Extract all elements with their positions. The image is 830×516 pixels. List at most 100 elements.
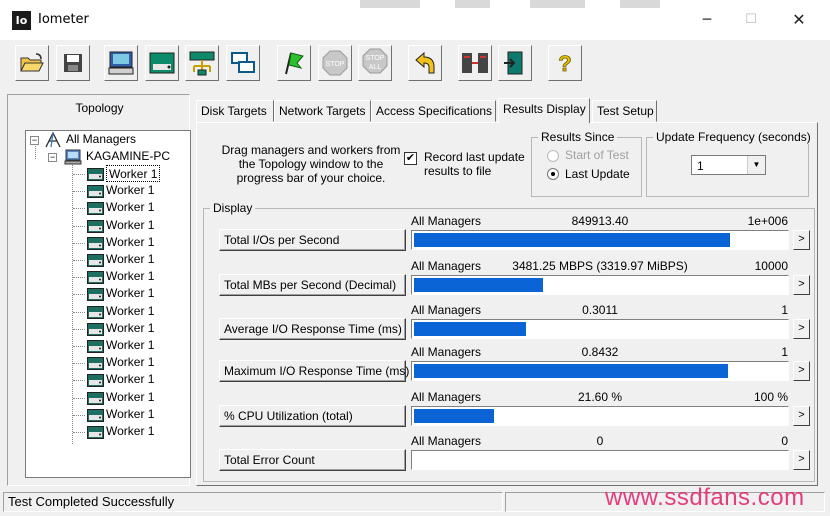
tree-worker-item[interactable]: Worker 1 — [106, 199, 154, 216]
minimize-button[interactable]: ─ — [694, 8, 720, 32]
results-since-group: Results Since Start of Test Last Update — [531, 130, 642, 197]
maximize-button[interactable]: ☐ — [738, 8, 764, 32]
disk-worker-icon — [87, 305, 104, 319]
tab-test-setup[interactable]: Test Setup — [592, 100, 657, 122]
record-label: Record last update results to file — [424, 150, 525, 178]
tree-line — [73, 225, 85, 227]
tree-worker-item[interactable]: Worker 1 — [106, 251, 154, 268]
drag-instructions: Drag managers and workers from the Topol… — [221, 143, 401, 185]
stop-all-button[interactable]: STOP ALL — [358, 45, 392, 81]
app-logo-icon: Io — [12, 11, 31, 30]
green-flag-icon — [285, 52, 304, 75]
save-config-button[interactable] — [56, 45, 90, 81]
metric-progress-bar[interactable] — [411, 319, 789, 339]
disk-worker-icon — [87, 236, 104, 250]
tree-worker-item[interactable]: Worker 1 — [106, 423, 154, 440]
tree-worker-item[interactable]: Worker 1 — [106, 354, 154, 371]
metric-detail-button[interactable]: > — [793, 275, 810, 295]
chevron-down-icon[interactable]: ▼ — [747, 156, 765, 174]
tree-line — [73, 174, 85, 175]
metric-detail-button[interactable]: > — [793, 361, 810, 381]
metric-select-button[interactable]: % CPU Utilization (total) — [219, 405, 406, 427]
tree-worker-item[interactable]: Worker 1 — [106, 371, 154, 388]
metric-detail-button[interactable]: > — [793, 450, 810, 470]
metric-select-button[interactable]: Maximum I/O Response Time (ms) — [219, 360, 409, 382]
tree-worker-item[interactable]: Worker 1 — [106, 234, 154, 251]
stop-sign-icon: STOP — [322, 50, 348, 76]
metric-select-button[interactable]: Average I/O Response Time (ms) — [219, 318, 406, 340]
metric-progress-fill — [414, 409, 494, 423]
metric-progress-bar[interactable] — [411, 361, 789, 381]
tree-root-all-managers[interactable]: All Managers — [66, 131, 136, 148]
metric-select-button[interactable]: Total MBs per Second (Decimal) — [219, 274, 406, 296]
record-checkbox[interactable]: ✔ — [404, 152, 417, 165]
reset-workers-button[interactable] — [408, 45, 442, 81]
radio-start-of-test[interactable] — [547, 150, 559, 162]
metric-select-button[interactable]: Total Error Count — [219, 449, 406, 471]
metric-progress-bar[interactable] — [411, 406, 789, 426]
disk-worker-icon — [87, 408, 104, 422]
tree-line — [73, 277, 85, 279]
tree-worker-item[interactable]: Worker 1 — [106, 285, 154, 302]
disk-worker-icon — [87, 168, 104, 181]
metric-progress-fill — [414, 278, 543, 292]
metric-detail-button[interactable]: > — [793, 319, 810, 339]
tree-worker-item[interactable]: Worker 1 — [106, 406, 154, 423]
metric-detail-button[interactable]: > — [793, 406, 810, 426]
duplicate-worker-button[interactable] — [226, 45, 260, 81]
stop-button[interactable]: STOP — [318, 45, 352, 81]
tree-line — [73, 397, 85, 399]
tree-worker-item[interactable]: Worker 1 — [106, 320, 154, 337]
metric-progress-bar[interactable] — [411, 230, 789, 250]
window-title: Iometer — [38, 12, 89, 27]
metric-progress-fill — [414, 364, 728, 378]
tree-worker-item[interactable]: Worker 1 — [106, 182, 154, 199]
tree-worker-item[interactable]: Worker 1 — [106, 165, 161, 182]
topology-tree[interactable]: − All Managers − KAGAMINE-PC Worker 1 Wor… — [25, 130, 191, 478]
tree-manager-kagamine-pc[interactable]: KAGAMINE-PC — [86, 148, 170, 165]
metric-max: 1e+006 — [747, 214, 788, 228]
open-config-button[interactable] — [15, 45, 49, 81]
collapse-toggle[interactable]: − — [30, 136, 39, 145]
start-new-manager-button[interactable] — [185, 45, 219, 81]
metric-max: 10000 — [754, 259, 788, 273]
tree-line — [73, 414, 85, 416]
undo-arrow-icon — [415, 51, 435, 74]
background-window-strip — [455, 0, 490, 8]
tab-access-specifications[interactable]: Access Specifications — [371, 100, 496, 122]
start-new-disk-worker-button[interactable] — [104, 45, 138, 81]
radio-last-update[interactable] — [547, 168, 559, 180]
tab-network-targets[interactable]: Network Targets — [274, 100, 371, 122]
close-button[interactable]: ✕ — [786, 8, 812, 32]
about-button[interactable]: ? — [548, 45, 582, 81]
start-tests-button[interactable] — [277, 45, 311, 81]
help-question-icon: ? — [558, 51, 572, 76]
tree-line — [73, 242, 85, 244]
metric-progress-bar[interactable] — [411, 450, 789, 470]
status-text: Test Completed Successfully — [3, 492, 503, 512]
dynamo-workers-button[interactable] — [458, 45, 492, 81]
stop-all-label-top: STOP — [366, 55, 385, 62]
all-managers-icon — [45, 132, 61, 148]
disk-worker-icon — [87, 219, 104, 233]
tree-worker-item[interactable]: Worker 1 — [106, 303, 154, 320]
collapse-toggle[interactable]: − — [48, 153, 57, 162]
tree-line — [73, 380, 85, 382]
disk-worker-icon — [87, 202, 104, 216]
start-new-network-worker-button[interactable] — [145, 45, 179, 81]
tree-line — [73, 346, 85, 347]
update-frequency-select[interactable]: 1 ▼ — [691, 155, 766, 175]
display-title: Display — [210, 201, 256, 215]
metric-detail-button[interactable]: > — [793, 230, 810, 250]
background-window-strip — [360, 0, 420, 8]
tree-worker-item[interactable]: Worker 1 — [106, 217, 154, 234]
tree-worker-item[interactable]: Worker 1 — [106, 389, 154, 406]
metric-select-button[interactable]: Total I/Os per Second — [219, 229, 406, 251]
tree-worker-item[interactable]: Worker 1 — [106, 337, 154, 354]
help-label: ? — [558, 51, 571, 76]
tab-results-display[interactable]: Results Display — [498, 98, 590, 123]
tree-worker-item[interactable]: Worker 1 — [106, 268, 154, 285]
metric-progress-bar[interactable] — [411, 275, 789, 295]
exit-button[interactable] — [498, 45, 532, 81]
tab-disk-targets[interactable]: Disk Targets — [196, 100, 274, 122]
